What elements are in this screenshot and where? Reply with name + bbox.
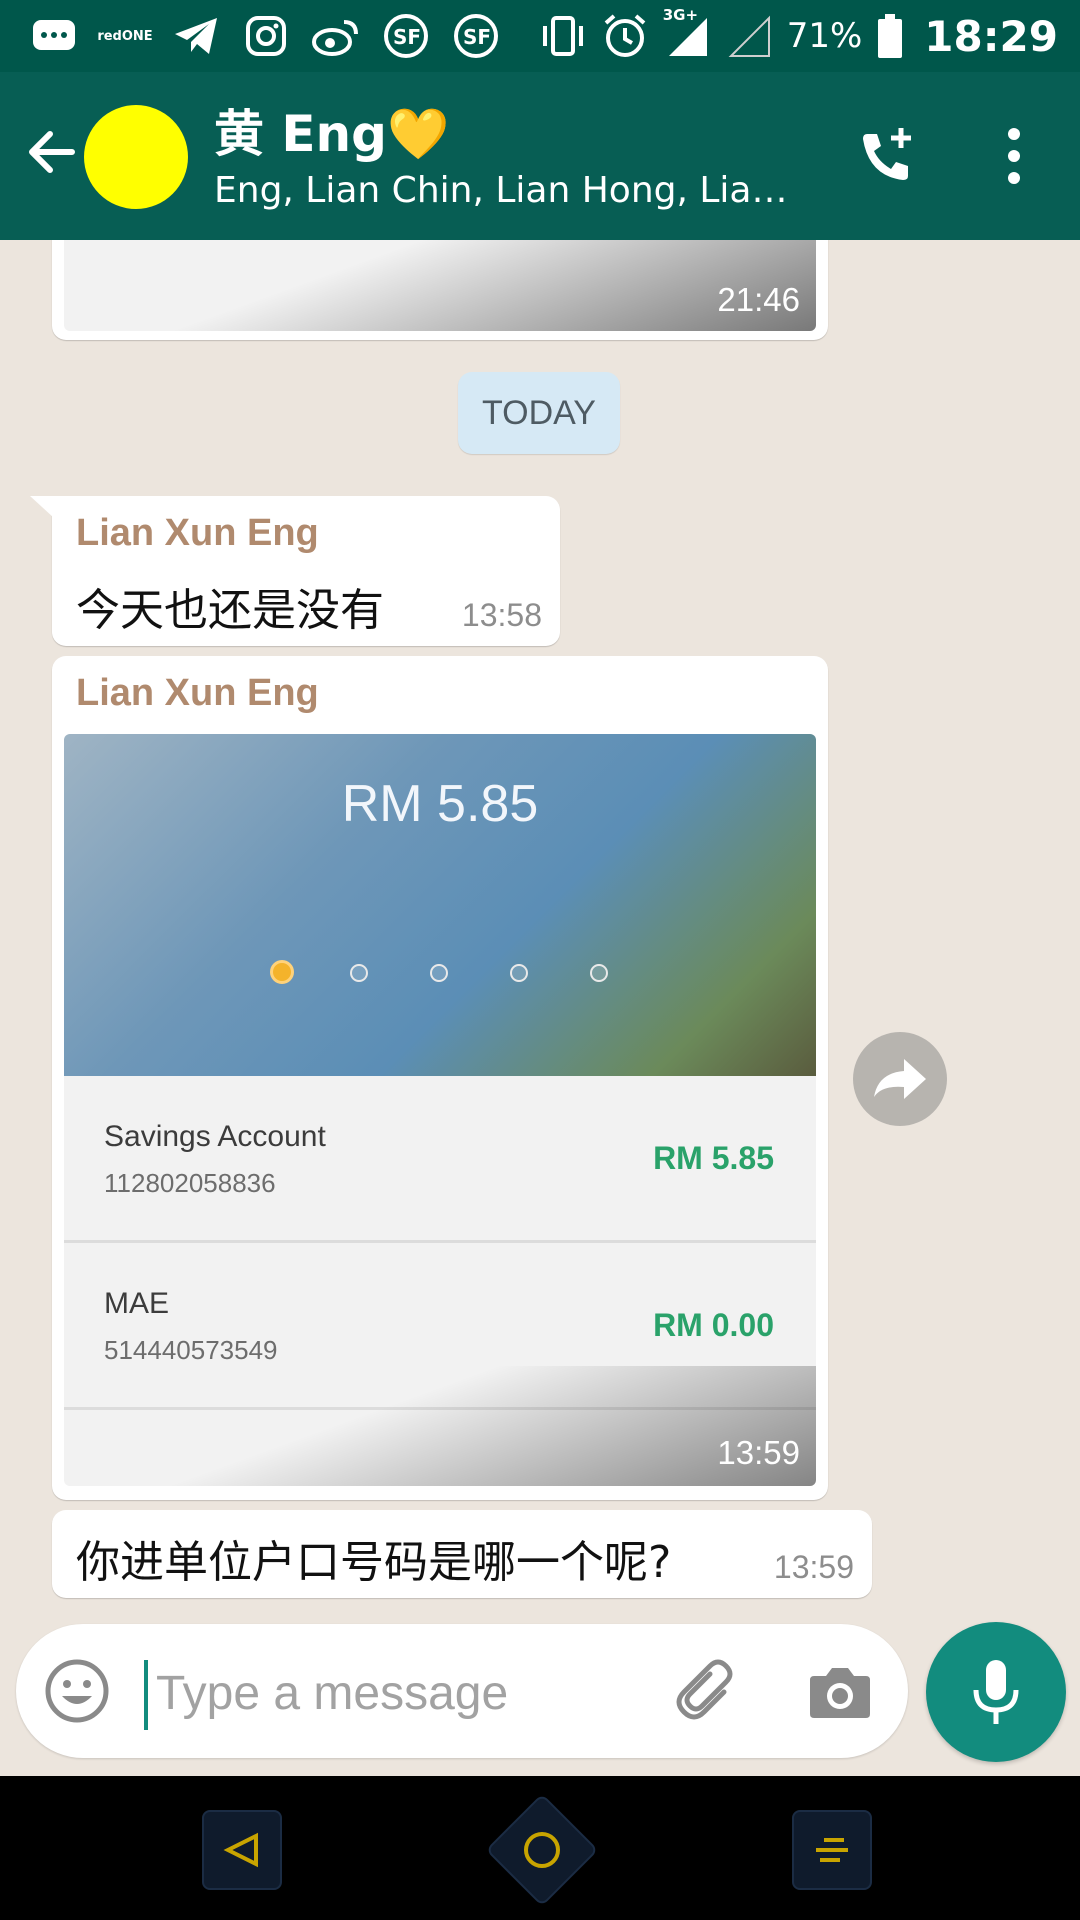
weibo-icon [312, 12, 360, 60]
account-row: Savings Account 112802058836 RM 5.85 [64, 1076, 816, 1243]
chat-header: 黄 Eng💛 Eng, Lian Chin, Lian Hong, Lian K… [0, 72, 1080, 240]
message-input[interactable] [154, 1652, 658, 1734]
mic-icon [973, 1660, 1019, 1724]
message-text: 你进单位户口号码是哪一个呢? [76, 1537, 672, 1588]
add-call-icon[interactable] [855, 124, 919, 188]
battery-icon [876, 12, 904, 60]
page-dot [510, 964, 528, 982]
image-message-previous[interactable]: 21:46 [52, 240, 828, 340]
message-time: 13:58 [461, 597, 542, 633]
account-name: Savings Account [104, 1120, 326, 1153]
image-shade [64, 1366, 816, 1486]
triangle-back-icon [223, 1832, 258, 1868]
chat-area[interactable]: 21:46 TODAY Lian Xun Eng 今天也还是没有 13:58 L… [0, 240, 1080, 1778]
forward-button[interactable] [853, 1032, 947, 1126]
account-number: 112802058836 [104, 1168, 276, 1198]
date-divider: TODAY [458, 372, 620, 454]
chat-participants[interactable]: Eng, Lian Chin, Lian Hong, Lian K... [214, 170, 804, 211]
telegram-icon [172, 12, 220, 60]
sf-express-icon: SF [382, 12, 430, 60]
shared-image[interactable]: RM 5.85 Savings Account 112802058836 RM … [64, 734, 816, 1486]
image-message[interactable]: Lian Xun Eng RM 5.85 Savings Account 112… [52, 656, 828, 1500]
menu-lines-icon [816, 1838, 848, 1862]
page-dot [590, 964, 608, 982]
avatar[interactable] [84, 105, 188, 209]
signal-empty-icon [725, 12, 773, 60]
sender-name: Lian Xun Eng [76, 512, 319, 554]
message-time: 13:59 [773, 1549, 854, 1585]
attachment-icon[interactable] [672, 1658, 744, 1730]
emoji-icon[interactable] [44, 1658, 110, 1724]
forward-icon [874, 1059, 926, 1099]
circle-home-icon [524, 1832, 560, 1868]
vibrate-icon [539, 12, 587, 60]
balance-amount: RM 5.85 [341, 775, 539, 833]
previous-image[interactable]: 21:46 [64, 240, 816, 331]
back-arrow-icon[interactable] [22, 122, 82, 182]
nav-back-button[interactable] [202, 1810, 282, 1890]
chat-bubble-icon [30, 12, 78, 60]
redone-icon: redONE [97, 28, 153, 44]
page-dot [430, 964, 448, 982]
navigation-bar [0, 1776, 1080, 1920]
svg-text:SF: SF [463, 25, 491, 49]
camera-icon[interactable] [808, 1662, 872, 1722]
signal-3g-icon: 3G+ [663, 6, 711, 60]
instagram-icon [242, 12, 290, 60]
bubble-tail-icon [30, 496, 54, 518]
page-dot-active [270, 960, 294, 984]
text-message[interactable]: Lian Xun Eng 今天也还是没有 13:58 [30, 496, 560, 646]
account-amount: RM 5.85 [653, 1140, 774, 1176]
nav-recents-button[interactable] [792, 1810, 872, 1890]
status-bar: redONE SF SF 3G+ 71% 18:29 [0, 0, 1080, 72]
message-time: 21:46 [717, 281, 800, 318]
text-caret [144, 1660, 148, 1730]
more-options-icon[interactable] [990, 124, 1038, 188]
sf-express-icon: SF [452, 12, 500, 60]
account-number: 514440573549 [104, 1335, 278, 1365]
nav-home-button[interactable] [485, 1793, 599, 1907]
alarm-icon [601, 12, 649, 60]
image-banner: RM 5.85 [64, 734, 816, 1076]
sender-name: Lian Xun Eng [76, 672, 319, 714]
battery-percent: 71% [786, 16, 863, 56]
text-message[interactable]: 你进单位户口号码是哪一个呢? 13:59 [52, 1510, 872, 1598]
account-name: MAE [104, 1287, 170, 1320]
mic-button[interactable] [926, 1622, 1066, 1762]
message-text: 今天也还是没有 [76, 585, 384, 636]
account-amount: RM 0.00 [653, 1307, 774, 1343]
chat-title[interactable]: 黄 Eng💛 [214, 94, 449, 166]
message-composer [16, 1624, 908, 1758]
clock: 18:29 [924, 11, 1058, 61]
message-time: 13:59 [717, 1434, 800, 1471]
svg-text:SF: SF [393, 25, 421, 49]
page-dot [350, 964, 368, 982]
